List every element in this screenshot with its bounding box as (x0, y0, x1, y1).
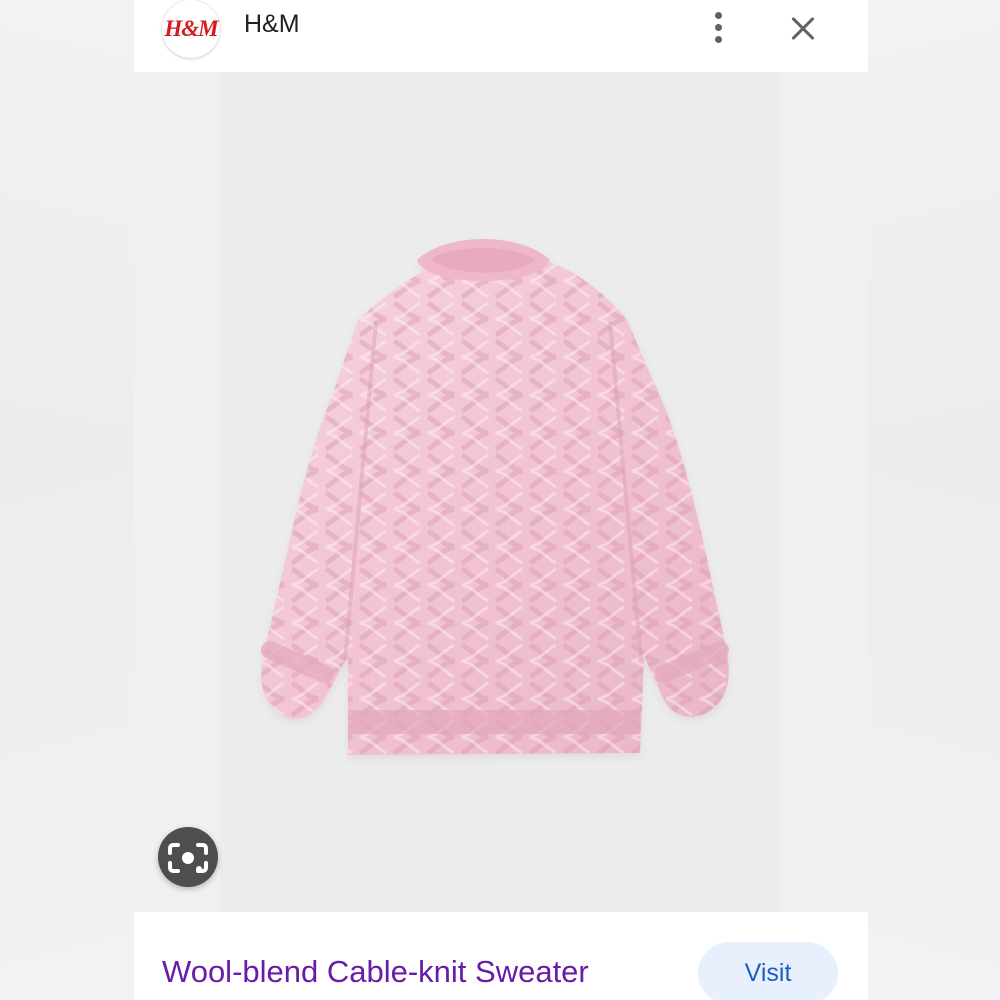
brand-logo[interactable]: H&M (162, 0, 220, 58)
preview-header: H&M H&M (134, 0, 868, 72)
lens-search-button[interactable] (158, 827, 218, 887)
left-background-blur (0, 0, 134, 1000)
close-button[interactable] (784, 9, 822, 47)
product-image-area[interactable] (134, 72, 868, 912)
visit-button[interactable]: Visit (698, 942, 838, 1000)
more-dot (715, 12, 722, 19)
screenshot-screen: H&M H&M Wool-blend Cable-knit Sweater Vi… (0, 0, 1000, 1000)
product-preview-sheet: H&M H&M Wool-blend Cable-knit Sweater Vi… (134, 0, 868, 1000)
brand-title[interactable]: H&M (244, 10, 300, 39)
right-background-blur (866, 0, 1000, 1000)
more-options-button[interactable] (702, 8, 736, 46)
product-title-link[interactable]: Wool-blend Cable-knit Sweater (162, 952, 589, 992)
more-dot (715, 36, 722, 43)
lens-search-icon (168, 843, 208, 873)
sweater-shape (261, 239, 729, 755)
product-image[interactable] (220, 72, 780, 912)
more-dot (715, 24, 722, 31)
